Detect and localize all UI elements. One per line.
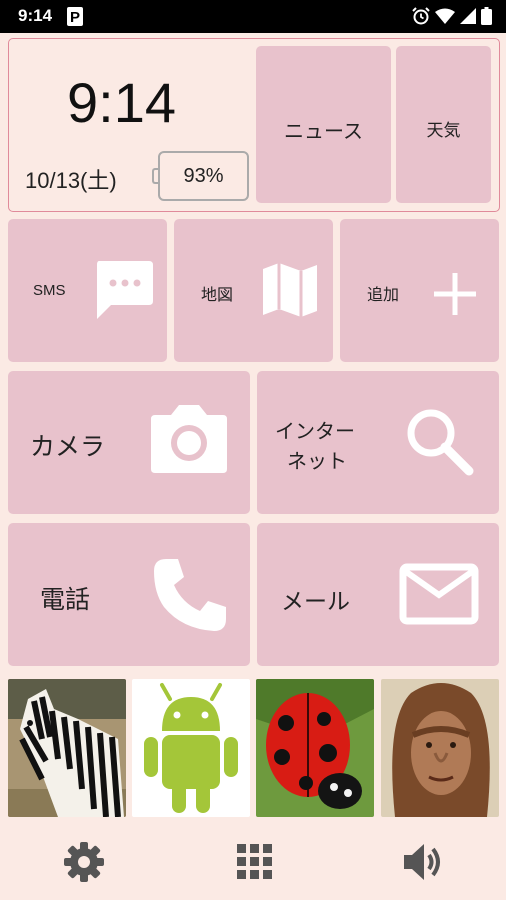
- map-label: 地図: [201, 287, 234, 304]
- weather-label: 天気: [426, 121, 461, 140]
- ladybug-image: [256, 679, 374, 817]
- ladybug-photo[interactable]: [256, 679, 374, 817]
- add-tile[interactable]: 追加: [340, 219, 499, 362]
- internet-label-line2: ネット: [287, 451, 347, 473]
- internet-label-line1: インター: [275, 421, 355, 443]
- battery-indicator: 93%: [152, 151, 249, 201]
- svg-text:P: P: [70, 9, 80, 26]
- zebra-image: [8, 679, 126, 817]
- early-human-photo[interactable]: [381, 679, 499, 817]
- camera-label: カメラ: [30, 433, 106, 461]
- sms-label: SMS: [33, 282, 66, 299]
- wifi-icon: [435, 8, 455, 24]
- message-icon: [97, 261, 153, 319]
- signal-icon: [460, 8, 476, 24]
- status-bar: 9:14 P: [0, 0, 506, 33]
- battery-percent: 93%: [183, 165, 224, 187]
- map-tile[interactable]: 地図: [174, 219, 333, 362]
- plus-icon: [434, 273, 476, 315]
- early-human-image: [381, 679, 499, 817]
- parking-app-icon: P: [67, 7, 83, 26]
- bottom-bar: [0, 820, 506, 900]
- status-time: 9:14: [18, 6, 53, 25]
- phone-label: 電話: [40, 586, 91, 614]
- android-photo[interactable]: [132, 679, 250, 817]
- clock-time: 9:14: [67, 71, 176, 134]
- battery-nub: [152, 168, 158, 184]
- settings-icon[interactable]: [62, 840, 106, 884]
- internet-tile[interactable]: インター ネット: [257, 371, 499, 514]
- news-label: ニュース: [284, 121, 363, 143]
- volume-icon[interactable]: [400, 840, 444, 884]
- apps-grid-icon[interactable]: [233, 840, 277, 884]
- news-tile[interactable]: ニュース: [256, 46, 391, 203]
- sms-tile[interactable]: SMS: [8, 219, 167, 362]
- weather-tile[interactable]: 天気: [396, 46, 491, 203]
- zebra-photo[interactable]: [8, 679, 126, 817]
- android-robot-image: [132, 679, 250, 817]
- battery-icon: [481, 7, 492, 25]
- mail-label: メール: [281, 588, 350, 614]
- alarm-icon: [412, 7, 430, 25]
- phone-tile[interactable]: 電話: [8, 523, 250, 666]
- map-icon: [263, 263, 317, 317]
- camera-tile[interactable]: カメラ: [8, 371, 250, 514]
- mail-tile[interactable]: メール: [257, 523, 499, 666]
- add-label: 追加: [367, 287, 400, 304]
- camera-icon: [151, 405, 227, 473]
- clock-date: 10/13(土): [25, 168, 117, 193]
- search-icon: [407, 409, 474, 476]
- phone-icon: [154, 559, 226, 631]
- mail-icon: [399, 563, 479, 625]
